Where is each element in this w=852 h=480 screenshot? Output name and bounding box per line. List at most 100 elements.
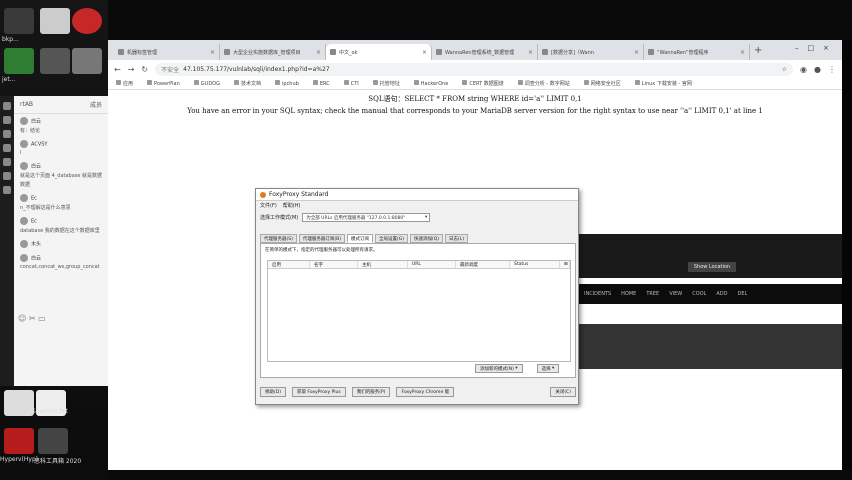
bookmark-item[interactable]: CERT 数据图谱: [462, 80, 504, 87]
desktop-icon-2[interactable]: [40, 8, 70, 34]
site-nav-item[interactable]: DEL: [737, 291, 747, 297]
insecure-indicator[interactable]: 不安全: [161, 65, 179, 74]
new-tab-button[interactable]: +: [754, 45, 762, 56]
get-plus-button[interactable]: 获取 FoxyProxy Plus: [291, 387, 346, 397]
menu-file[interactable]: 文件(F): [260, 202, 277, 209]
star-icon[interactable]: [3, 130, 11, 138]
close-icon[interactable]: ×: [422, 49, 427, 56]
hyperv-icon[interactable]: [4, 428, 34, 454]
minimize-icon[interactable]: –: [795, 44, 808, 52]
select-label: 选择: [541, 366, 551, 372]
site-nav-item[interactable]: TREE: [646, 291, 659, 297]
bookmark-item[interactable]: HackerOne: [413, 80, 448, 87]
bookmark-item[interactable]: ipchub: [275, 80, 299, 87]
bookmark-icon: [275, 80, 280, 85]
column-header[interactable]: 主机: [358, 261, 408, 268]
desktop-icon-1[interactable]: [4, 8, 34, 34]
bookmark-item[interactable]: 托管地址: [372, 80, 400, 87]
site-nav-item[interactable]: INCIDENTS: [584, 291, 611, 297]
tab-global-settings[interactable]: 全局设置(G): [374, 234, 408, 243]
bookmark-item[interactable]: 技术文档: [233, 80, 261, 87]
close-icon[interactable]: ×: [634, 49, 639, 56]
browser-tab[interactable]: 大型企业实施数据库_管理项目 ×: [220, 44, 326, 60]
close-icon[interactable]: ×: [316, 49, 321, 56]
bookmark-item[interactable]: ERC: [312, 80, 330, 87]
desktop-icon-3[interactable]: [72, 8, 102, 34]
address-bar[interactable]: 不安全 47.105.75.177/vulnlab/sqli/index1.ph…: [155, 62, 794, 76]
tab-label: “WannaRen”管理程序: [657, 49, 709, 56]
forward-icon[interactable]: →: [128, 65, 135, 74]
emoji-icon[interactable]: ☺: [18, 314, 26, 323]
our-services-button[interactable]: 我们的服务(P): [351, 387, 391, 397]
volume-icon[interactable]: [3, 172, 11, 180]
browser-tab[interactable]: WannaRen管理系统_数据管理 ×: [432, 44, 538, 60]
browser-tab[interactable]: 机器标签管理 ×: [114, 44, 220, 60]
tab-proxy-subscriptions[interactable]: 代理服务器订阅(B): [298, 234, 345, 243]
bookmark-item[interactable]: 应用: [116, 80, 133, 87]
show-location-button[interactable]: Show Location: [688, 262, 736, 272]
tab-quick-add[interactable]: 快速添加(Q): [409, 234, 444, 243]
menu-help[interactable]: 帮助(H): [283, 202, 301, 209]
site-nav-item[interactable]: COOL: [692, 291, 706, 297]
column-header[interactable]: Status: [510, 261, 560, 268]
bookmark-item[interactable]: CTI: [343, 80, 359, 87]
bookmark-label: 托管地址: [379, 81, 400, 87]
menu-icon[interactable]: [3, 186, 11, 194]
menu-icon[interactable]: ⋮: [828, 65, 836, 74]
add-pattern-button[interactable]: 添加新的模式(N) ▾: [475, 364, 523, 373]
site-nav-item[interactable]: ADD: [716, 291, 727, 297]
avatar: [20, 254, 28, 262]
account-icon[interactable]: ●: [814, 65, 821, 74]
close-button[interactable]: 关闭(C): [550, 387, 576, 397]
toolbox-icon[interactable]: [38, 428, 68, 454]
tab-proxies[interactable]: 代理服务器(S): [260, 234, 297, 243]
column-header[interactable]: 名字: [310, 261, 358, 268]
browser-tab-active[interactable]: 中文_ok ×: [326, 44, 432, 60]
bookmark-icon: [583, 80, 589, 85]
site-nav-item[interactable]: VIEW: [669, 291, 682, 297]
browser-tab[interactable]: “WannaRen”管理程序 ×: [644, 44, 750, 60]
desktop-icon-4[interactable]: [4, 48, 34, 74]
column-header[interactable]: 最新调度: [456, 261, 510, 268]
dialog-titlebar[interactable]: FoxyProxy Standard: [256, 189, 578, 201]
bookmark-item[interactable]: Linux 下载安装 - 官网: [634, 80, 692, 87]
bookmark-item[interactable]: GUDOG: [193, 80, 220, 87]
maximize-icon[interactable]: □: [808, 44, 824, 52]
bookmark-icon: [634, 80, 640, 85]
column-picker-icon[interactable]: ⊞: [560, 261, 570, 268]
tab-pattern-subscriptions[interactable]: 模式订阅: [346, 234, 373, 243]
folder-icon[interactable]: ▭: [38, 314, 46, 323]
star-icon[interactable]: ☆: [782, 66, 787, 73]
phone-icon[interactable]: [3, 158, 11, 166]
scissors-icon[interactable]: ✂: [29, 314, 36, 323]
extension-icon[interactable]: ◉: [800, 65, 807, 74]
chat-text: n_不理解这是什么意思: [20, 205, 71, 211]
mode-select[interactable]: 为全部 URLs 启用代理服务器 "127.0.0.1:8080" ▾: [302, 213, 431, 222]
bookmark-item[interactable]: PowerPlan: [147, 80, 180, 87]
close-window-icon[interactable]: ×: [823, 44, 838, 52]
column-header[interactable]: URL: [408, 261, 456, 268]
close-icon[interactable]: ×: [528, 49, 533, 56]
chrome-version-button[interactable]: FoxyProxy Chrome 版: [396, 387, 455, 397]
tab-logging[interactable]: 日志(L): [445, 234, 469, 243]
chat-icon[interactable]: [3, 102, 11, 110]
desktop-icon-label: jet...: [2, 76, 16, 83]
bookmark-item[interactable]: 调查分析 - 数字网站: [517, 80, 570, 87]
apps-icon: [116, 80, 121, 85]
folder-icon[interactable]: [3, 144, 11, 152]
back-icon[interactable]: ←: [114, 65, 121, 74]
donate-button[interactable]: 捐助(D): [260, 387, 286, 397]
desktop-icon-5[interactable]: [40, 48, 70, 74]
close-icon[interactable]: ×: [740, 49, 745, 56]
column-header[interactable]: 启用: [268, 261, 310, 268]
reload-icon[interactable]: ↻: [141, 65, 148, 74]
chat-members-link[interactable]: 成员: [90, 100, 102, 109]
select-button[interactable]: 选择 ▾: [536, 364, 560, 373]
page-content: SQL语句：SELECT * FROM string WHERE id='a''…: [108, 94, 842, 474]
browser-tab[interactable]: [数据分享]（Wann ×: [538, 44, 644, 60]
desktop-icon-6[interactable]: [72, 48, 102, 74]
site-nav-item[interactable]: HOME: [621, 291, 636, 297]
contacts-icon[interactable]: [3, 116, 11, 124]
bookmark-item[interactable]: 网络安全社区: [583, 80, 621, 87]
close-icon[interactable]: ×: [210, 49, 215, 56]
